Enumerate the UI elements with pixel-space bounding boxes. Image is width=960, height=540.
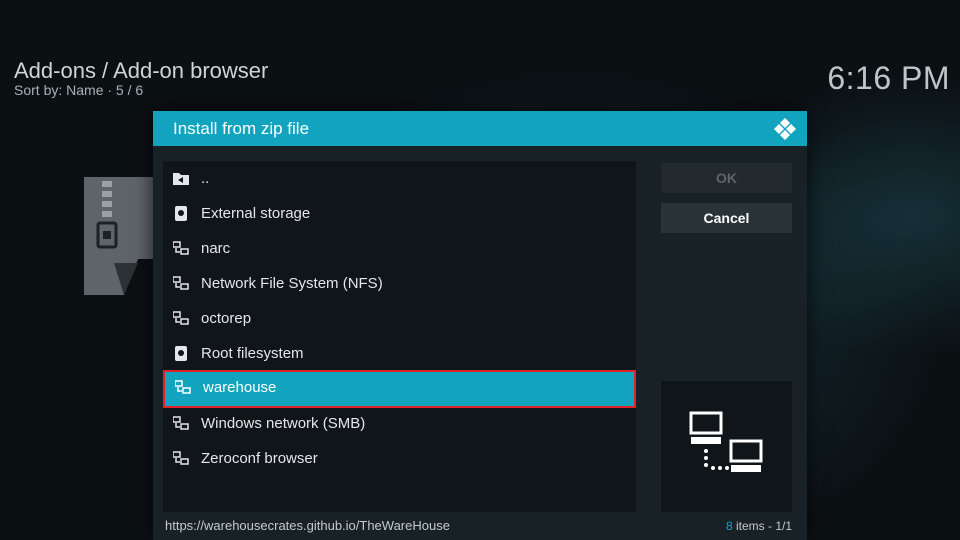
list-item[interactable]: Root filesystem (163, 336, 636, 371)
drive-icon (175, 206, 187, 221)
ok-button[interactable]: OK (661, 163, 792, 193)
list-item-label: External storage (201, 205, 311, 222)
list-item-label: warehouse (203, 379, 277, 396)
network-icon (173, 276, 189, 290)
folder-back-icon (173, 173, 189, 185)
file-list: .. External storage narc Network File Sy… (163, 161, 636, 512)
kodi-logo-icon (774, 118, 796, 140)
list-item-selected[interactable]: warehouse (163, 370, 636, 408)
list-item[interactable]: Zeroconf browser (163, 441, 636, 476)
zip-file-icon (84, 177, 158, 295)
list-item[interactable]: Windows network (SMB) (163, 406, 636, 441)
item-count-text: items - 1/1 (735, 519, 792, 533)
list-item-label: Zeroconf browser (201, 450, 318, 467)
dialog-title: Install from zip file (173, 119, 310, 138)
network-icon (173, 416, 189, 430)
list-item[interactable]: narc (163, 231, 636, 266)
footer-path: https://warehousecrates.github.io/TheWar… (165, 518, 450, 533)
install-from-zip-dialog: Install from zip file .. External storag… (153, 111, 807, 540)
list-item-label: .. (201, 170, 210, 187)
list-item-label: octorep (201, 310, 252, 327)
list-item[interactable]: Network File System (NFS) (163, 266, 636, 301)
network-computers-icon (689, 411, 763, 472)
list-item-label: narc (201, 240, 231, 257)
sort-info: Sort by: Name · 5 / 6 (14, 82, 144, 98)
page-title: Add-ons / Add-on browser (14, 58, 269, 83)
list-item-label: Network File System (NFS) (201, 275, 383, 292)
list-item[interactable]: octorep (163, 301, 636, 336)
network-icon (173, 451, 189, 465)
clock: 6:16 PM (827, 60, 950, 96)
dialog-header: Install from zip file (153, 111, 807, 146)
network-icon (175, 380, 191, 394)
list-item[interactable]: External storage (163, 196, 636, 231)
preview-panel (661, 381, 792, 512)
list-item-label: Root filesystem (201, 345, 304, 362)
list-item-label: Windows network (SMB) (201, 415, 366, 432)
network-icon (173, 311, 189, 325)
footer-item-count: 8 items - 1/1 (726, 519, 792, 533)
drive-icon (175, 346, 187, 361)
item-count-number: 8 (725, 519, 733, 533)
cancel-button[interactable]: Cancel (661, 203, 792, 233)
list-item[interactable]: .. (163, 161, 636, 196)
network-icon (173, 241, 189, 255)
